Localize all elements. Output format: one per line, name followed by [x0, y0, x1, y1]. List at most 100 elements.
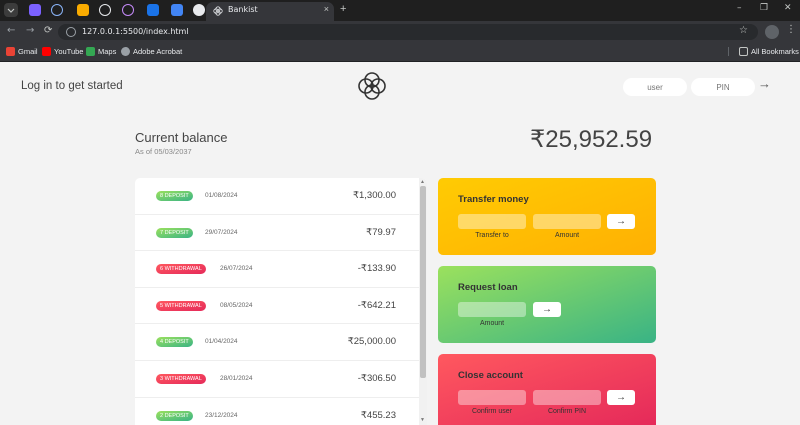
loan-button[interactable]: →	[533, 302, 561, 317]
transfer-to-input[interactable]	[458, 214, 526, 229]
tab-search-icon[interactable]	[4, 3, 18, 17]
pinned-tab-icon[interactable]	[122, 4, 134, 16]
movement-type-badge: 3 withdrawal	[156, 374, 206, 384]
forward-icon[interactable]: →	[26, 25, 34, 36]
bookmarks-bar: Gmail YouTube Maps Adobe Acrobat All Boo…	[0, 43, 800, 62]
movement-row: 3 withdrawal 28/01/2024 -₹306.50	[135, 361, 419, 398]
close-user-label: Confirm user	[471, 408, 513, 415]
login-user-input[interactable]	[623, 78, 687, 96]
close-pin-label: Confirm PIN	[547, 408, 587, 415]
pinned-tab-icon[interactable]	[51, 4, 63, 16]
login-button[interactable]: →	[758, 76, 771, 91]
bookmark-gmail[interactable]: Gmail	[6, 47, 38, 56]
movement-value: ₹25,000.00	[347, 336, 396, 348]
movement-type-badge: 7 deposit	[156, 227, 193, 238]
movement-type-badge: 5 withdrawal	[156, 300, 206, 311]
loan-title: Request loan	[458, 282, 518, 293]
loan-amount-input[interactable]	[458, 302, 526, 317]
movements-scrollbar[interactable]: ▲ ▼	[419, 178, 427, 425]
new-tab-icon[interactable]: +	[340, 3, 346, 15]
movement-type-badge: 4 deposit	[156, 337, 193, 348]
github-icon[interactable]	[193, 4, 205, 16]
login-pin-input[interactable]	[691, 78, 755, 96]
youtube-icon	[42, 47, 51, 56]
pinned-tab-icon[interactable]	[99, 4, 111, 16]
transfer-money-panel: Transfer money → Transfer to Amount	[438, 178, 656, 255]
tab-close-icon[interactable]: ×	[324, 4, 329, 14]
bookmark-youtube[interactable]: YouTube	[42, 47, 83, 56]
movements-list[interactable]: 8 deposit 01/08/2024 ₹1,300.00 7 deposit…	[135, 178, 427, 425]
site-info-icon[interactable]	[66, 27, 76, 37]
address-bar[interactable]: 127.0.0.1:5500/index.html ☆	[58, 24, 758, 40]
pinned-tab-icon[interactable]	[171, 4, 183, 16]
movement-date: 26/07/2024	[220, 265, 253, 273]
loan-amount-label: Amount	[479, 320, 505, 327]
close-window-icon[interactable]: ✕	[784, 3, 792, 13]
movement-type-badge: 6 withdrawal	[156, 264, 206, 275]
bookmark-star-icon[interactable]: ☆	[739, 25, 748, 36]
movement-type-badge: 8 deposit	[156, 191, 193, 201]
movement-date: 08/05/2024	[220, 301, 253, 309]
transfer-amount-label: Amount	[554, 232, 580, 239]
balance-value: ₹25,952.59	[530, 126, 653, 153]
movement-row: 5 withdrawal 08/05/2024 -₹642.21	[135, 288, 419, 325]
tab-title: Bankist	[228, 5, 258, 14]
bookmark-label: Adobe Acrobat	[133, 47, 183, 56]
movement-date: 29/07/2024	[205, 228, 238, 236]
balance-date-prefix: As of	[135, 147, 153, 156]
close-account-panel: Close account → Confirm user Confirm PIN	[438, 354, 656, 425]
folder-icon	[739, 47, 748, 56]
tab-bankist[interactable]: Bankist ×	[206, 2, 334, 21]
movement-value: -₹306.50	[357, 373, 396, 384]
movement-date: 23/12/2024	[205, 411, 238, 419]
movement-date: 28/01/2024	[220, 375, 253, 382]
scroll-up-icon[interactable]: ▲	[420, 179, 425, 185]
close-account-button[interactable]: →	[607, 390, 635, 405]
bookmark-maps[interactable]: Maps	[86, 47, 116, 56]
pinned-tab-icon[interactable]	[77, 4, 89, 16]
scrollbar-thumb[interactable]	[420, 186, 426, 378]
all-bookmarks[interactable]: All Bookmarks	[728, 47, 799, 56]
browser-toolbar: ← → ⟳ 127.0.0.1:5500/index.html ☆ ⋮	[0, 21, 800, 43]
movement-value: ₹1,300.00	[352, 190, 396, 201]
bookmark-label: YouTube	[54, 47, 84, 56]
transfer-amount-input[interactable]	[533, 214, 601, 229]
movement-type-badge: 2 deposit	[156, 410, 193, 421]
bookmark-adobe-acrobat[interactable]: Adobe Acrobat	[121, 47, 182, 56]
bookmark-label: Maps	[98, 47, 117, 56]
balance-date-value: 05/03/2037	[154, 147, 192, 156]
close-pin-input[interactable]	[533, 390, 601, 405]
browser-tab-bar: Bankist × + – ❐ ✕	[0, 0, 800, 21]
gmail-icon	[6, 47, 15, 56]
movement-row: 2 deposit 23/12/2024 ₹455.23	[135, 398, 419, 425]
balance-label: Current balance	[135, 130, 228, 145]
maps-icon	[86, 47, 95, 56]
close-user-input[interactable]	[458, 390, 526, 405]
request-loan-panel: Request loan → Amount	[438, 266, 656, 343]
all-bookmarks-label: All Bookmarks	[751, 47, 799, 56]
movement-row: 7 deposit 29/07/2024 ₹79.97	[135, 215, 419, 252]
balance-date: As of 05/03/2037	[135, 147, 192, 156]
movement-date: 01/04/2024	[205, 338, 238, 346]
movement-value: -₹642.21	[357, 299, 396, 311]
movement-date: 01/08/2024	[205, 192, 238, 199]
pinned-tab-icon[interactable]	[147, 4, 159, 16]
profile-avatar[interactable]	[765, 25, 779, 39]
welcome-message: Log in to get started	[21, 80, 123, 92]
transfer-button[interactable]: →	[607, 214, 635, 229]
url-text: 127.0.0.1:5500/index.html	[82, 27, 189, 36]
minimize-icon[interactable]: –	[737, 3, 742, 13]
movement-row: 4 deposit 01/04/2024 ₹25,000.00	[135, 324, 419, 361]
movement-row: 6 withdrawal 26/07/2024 -₹133.90	[135, 251, 419, 288]
bookmark-label: Gmail	[18, 47, 38, 56]
back-icon[interactable]: ←	[7, 25, 15, 36]
close-title: Close account	[458, 370, 523, 381]
movement-value: ₹79.97	[366, 226, 396, 238]
transfer-to-label: Transfer to	[475, 232, 509, 239]
maximize-icon[interactable]: ❐	[760, 3, 768, 13]
bankist-favicon-icon	[213, 6, 223, 16]
reload-icon[interactable]: ⟳	[44, 25, 52, 36]
scroll-down-icon[interactable]: ▼	[420, 417, 425, 423]
pinned-tab-icon[interactable]	[29, 4, 41, 16]
menu-kebab-icon[interactable]: ⋮	[786, 24, 796, 35]
